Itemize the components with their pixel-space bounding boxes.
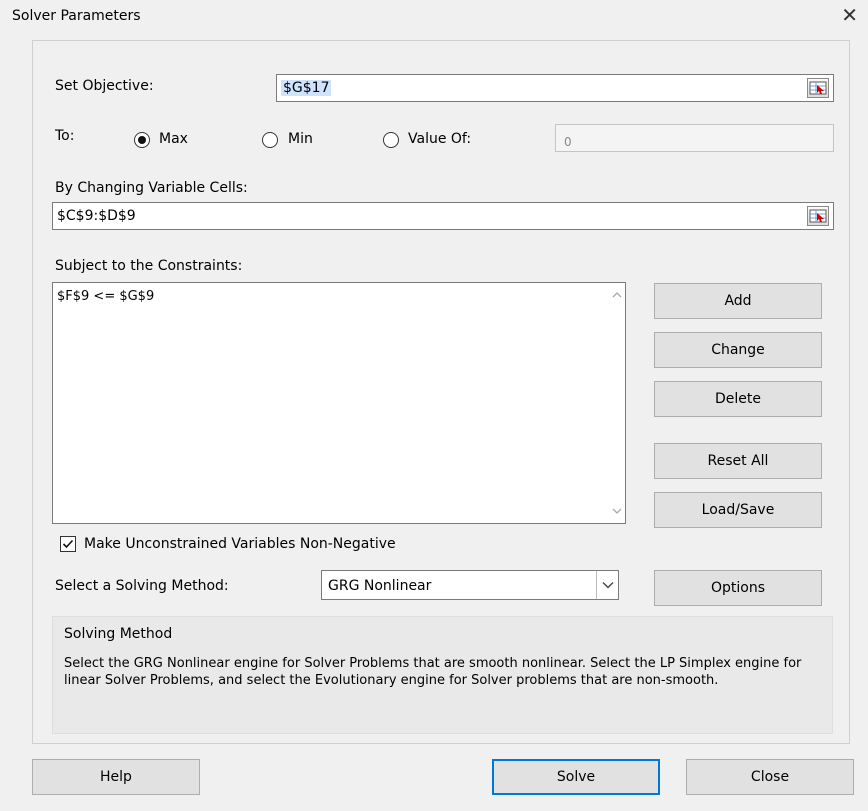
solving-method-label: Select a Solving Method: (55, 578, 229, 594)
radio-max-label[interactable]: Max (159, 131, 188, 147)
to-label: To: (55, 128, 75, 144)
scroll-up-icon (612, 292, 622, 298)
chevron-down-icon[interactable] (596, 571, 618, 599)
set-objective-input[interactable]: $G$17 (276, 74, 834, 102)
help-button[interactable]: Help (32, 759, 200, 795)
reset-all-button[interactable]: Reset All (654, 443, 822, 479)
dialog-title: Solver Parameters (12, 8, 141, 24)
constraint-item[interactable]: $F$9 <= $G$9 (57, 289, 154, 304)
change-button[interactable]: Change (654, 332, 822, 368)
radio-min-label[interactable]: Min (288, 131, 313, 147)
value-of-value: 0 (564, 135, 572, 149)
close-icon[interactable]: ✕ (841, 4, 858, 26)
solve-button[interactable]: Solve (492, 759, 660, 795)
collapse-dialog-icon[interactable] (807, 78, 829, 98)
add-button[interactable]: Add (654, 283, 822, 319)
scroll-down-icon (612, 508, 622, 514)
constraints-scrollbar[interactable] (608, 283, 625, 523)
radio-min[interactable] (262, 132, 278, 148)
constraints-label: Subject to the Constraints: (55, 258, 243, 274)
solving-method-description: Select the GRG Nonlinear engine for Solv… (64, 656, 802, 688)
set-objective-label: Set Objective: (55, 78, 154, 94)
radio-value-of[interactable] (383, 132, 399, 148)
nonnegative-label[interactable]: Make Unconstrained Variables Non-Negativ… (84, 536, 396, 552)
checkmark-icon (62, 539, 74, 549)
radio-value-of-label[interactable]: Value Of: (408, 131, 471, 147)
nonnegative-checkbox[interactable] (60, 536, 76, 552)
set-objective-value: $G$17 (281, 80, 332, 96)
value-of-input[interactable]: 0 (555, 124, 834, 152)
constraints-list[interactable]: $F$9 <= $G$9 (52, 282, 626, 524)
load-save-button[interactable]: Load/Save (654, 492, 822, 528)
delete-button[interactable]: Delete (654, 381, 822, 417)
solving-method-value: GRG Nonlinear (328, 578, 432, 594)
variable-cells-label: By Changing Variable Cells: (55, 180, 248, 196)
close-button[interactable]: Close (686, 759, 854, 795)
solving-method-title: Solving Method (64, 626, 173, 642)
solving-method-select[interactable]: GRG Nonlinear (321, 570, 619, 600)
variable-cells-input[interactable]: $C$9:$D$9 (52, 202, 834, 230)
options-button[interactable]: Options (654, 570, 822, 606)
variable-cells-value: $C$9:$D$9 (57, 208, 136, 224)
radio-max[interactable] (134, 132, 150, 148)
collapse-dialog-icon[interactable] (807, 206, 829, 226)
